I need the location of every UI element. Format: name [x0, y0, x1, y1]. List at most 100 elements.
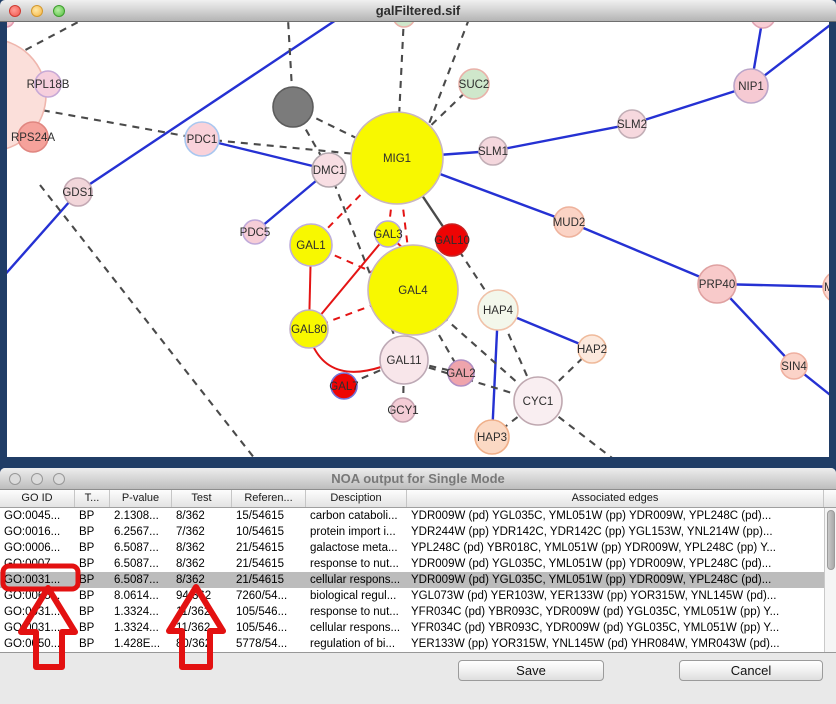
network-edge: [40, 185, 255, 457]
table-cell: cellular respons...: [306, 572, 407, 588]
network-canvas[interactable]: RPL18BRPS24AGDS1PDC1PDC5MIG1DMC1SUC2SLM1…: [7, 22, 829, 457]
table-cell: 6.5087...: [110, 556, 172, 572]
table-row[interactable]: GO:0016...BP6.2567...7/36210/54615protei…: [0, 524, 824, 540]
table-cell: YFR034C (pd) YBR093C, YDR009W (pd) YGL03…: [407, 604, 824, 620]
node-label: DMC1: [313, 165, 346, 177]
node-label: SLM1: [478, 146, 508, 158]
node-label: RPL18B: [27, 79, 70, 91]
node-label: GAL3: [373, 229, 402, 241]
table-cell: 7/362: [172, 524, 232, 540]
table-header-row: GO IDT...P-valueTestReferen...Desciption…: [0, 490, 836, 508]
table-cell: protein import i...: [306, 524, 407, 540]
column-header-t-[interactable]: T...: [75, 490, 110, 507]
network-graph: RPL18BRPS24AGDS1PDC1PDC5MIG1DMC1SUC2SLM1…: [7, 22, 829, 457]
table-scrollbar[interactable]: [824, 508, 836, 652]
node-label: GAL80: [291, 324, 327, 336]
noa-window-title: NOA output for Single Mode: [0, 468, 836, 490]
table-cell: YDR009W (pd) YGL035C, YML051W (pp) YDR00…: [407, 508, 824, 524]
column-header-test[interactable]: Test: [172, 490, 232, 507]
table-cell: GO:0031...: [0, 620, 75, 636]
table-cell: 21/54615: [232, 572, 306, 588]
node-label: MSL5: [824, 282, 829, 294]
table-cell: 8/362: [172, 556, 232, 572]
node-label: SLM2: [617, 119, 647, 131]
node-label: SIN4: [781, 361, 807, 373]
node-label: NIP1: [738, 81, 764, 93]
table-cell: YDR244W (pp) YDR142C, YDR142C (pp) YGL15…: [407, 524, 824, 540]
node-label: PDC1: [187, 134, 218, 146]
table-cell: GO:0045...: [0, 508, 75, 524]
node-label: CYC1: [523, 396, 554, 408]
table-cell: 8/362: [172, 540, 232, 556]
table-cell: BP: [75, 620, 110, 636]
table-cell: 21/54615: [232, 556, 306, 572]
table-cell: 8/362: [172, 572, 232, 588]
table-cell: BP: [75, 508, 110, 524]
node-unlabeled[interactable]: [393, 22, 415, 27]
table-cell: YER133W (pp) YOR315W, YNL145W (pd) YHR08…: [407, 636, 824, 652]
node-label: GCY1: [387, 405, 418, 417]
table-cell: 1.428E...: [110, 636, 172, 652]
table-cell: 5778/54...: [232, 636, 306, 652]
table-row[interactable]: GO:0031...BP1.3324...11/362105/546...res…: [0, 604, 824, 620]
column-header-associated-edges[interactable]: Associated edges: [407, 490, 824, 507]
table-cell: 1.3324...: [110, 604, 172, 620]
column-header-p-value[interactable]: P-value: [110, 490, 172, 507]
network-edge: [569, 222, 717, 284]
noa-window-titlebar[interactable]: NOA output for Single Mode: [0, 468, 836, 490]
table-row[interactable]: GO:0045...BP2.1308...8/36215/54615carbon…: [0, 508, 824, 524]
network-edge: [202, 139, 329, 170]
table-cell: response to nut...: [306, 556, 407, 572]
node-label: HAP2: [577, 344, 607, 356]
table-cell: YGL073W (pd) YER103W, YER133W (pp) YOR31…: [407, 588, 824, 604]
column-header-desciption[interactable]: Desciption: [306, 490, 407, 507]
table-cell: response to nut...: [306, 604, 407, 620]
table-cell: biological regul...: [306, 588, 407, 604]
table-cell: galactose meta...: [306, 540, 407, 556]
scrollbar-thumb[interactable]: [827, 510, 835, 570]
node-label: MUD2: [553, 217, 586, 229]
node-label: PDC5: [240, 227, 271, 239]
save-button[interactable]: Save: [458, 660, 604, 681]
node-unlabeled[interactable]: [273, 87, 313, 127]
table-row[interactable]: GO:0031...BP1.3324...11/362105/546...cel…: [0, 620, 824, 636]
table-cell: 15/54615: [232, 508, 306, 524]
table-row[interactable]: GO:0050...BP1.428E...80/3625778/54...reg…: [0, 636, 824, 652]
table-cell: 105/546...: [232, 620, 306, 636]
column-header-go-id[interactable]: GO ID: [0, 490, 75, 507]
dialog-footer: Save Cancel: [0, 652, 836, 704]
desktop-background: galFiltered.sif RPL18B RPS24A GDS1 PDC1 PDC5…: [0, 0, 836, 704]
node-label: GAL2: [446, 368, 475, 380]
table-cell: 2.1308...: [110, 508, 172, 524]
network-window-title: galFiltered.sif: [0, 0, 836, 22]
network-edge: [7, 192, 78, 278]
table-row[interactable]: GO:0006...BP6.5087...8/36221/54615galact…: [0, 540, 824, 556]
node-unlabeled[interactable]: [751, 22, 775, 28]
table-cell: GO:0007...: [0, 556, 75, 572]
cancel-button[interactable]: Cancel: [679, 660, 823, 681]
table-cell: BP: [75, 572, 110, 588]
table-cell: 6.5087...: [110, 572, 172, 588]
node-label: GAL10: [434, 235, 470, 247]
node-label: GAL1: [296, 240, 325, 252]
node-label: RPS24A: [11, 132, 55, 144]
table-cell: 80/362: [172, 636, 232, 652]
table-cell: 8/362: [172, 508, 232, 524]
table-cell: 21/54615: [232, 540, 306, 556]
table-cell: 105/546...: [232, 604, 306, 620]
node-unlabeled[interactable]: [7, 22, 14, 27]
table-row[interactable]: GO:0007...BP6.5087...8/36221/54615respon…: [0, 556, 824, 572]
table-cell: GO:0031...: [0, 604, 75, 620]
table-cell: 7260/54...: [232, 588, 306, 604]
network-edge: [313, 346, 381, 372]
node-label: GDS1: [62, 187, 93, 199]
table-cell: 94/362: [172, 588, 232, 604]
node-label: HAP4: [483, 305, 514, 317]
table-row[interactable]: GO:0065...BP8.0614...94/3627260/54...bio…: [0, 588, 824, 604]
noa-output-window: NOA output for Single Mode GO IDT...P-va…: [0, 468, 836, 704]
network-window-titlebar[interactable]: galFiltered.sif: [0, 0, 836, 22]
column-header-referen-[interactable]: Referen...: [232, 490, 306, 507]
table-row[interactable]: GO:0031...BP6.5087...8/36221/54615cellul…: [0, 572, 824, 588]
node-label: HAP3: [477, 432, 507, 444]
table-cell: 11/362: [172, 620, 232, 636]
